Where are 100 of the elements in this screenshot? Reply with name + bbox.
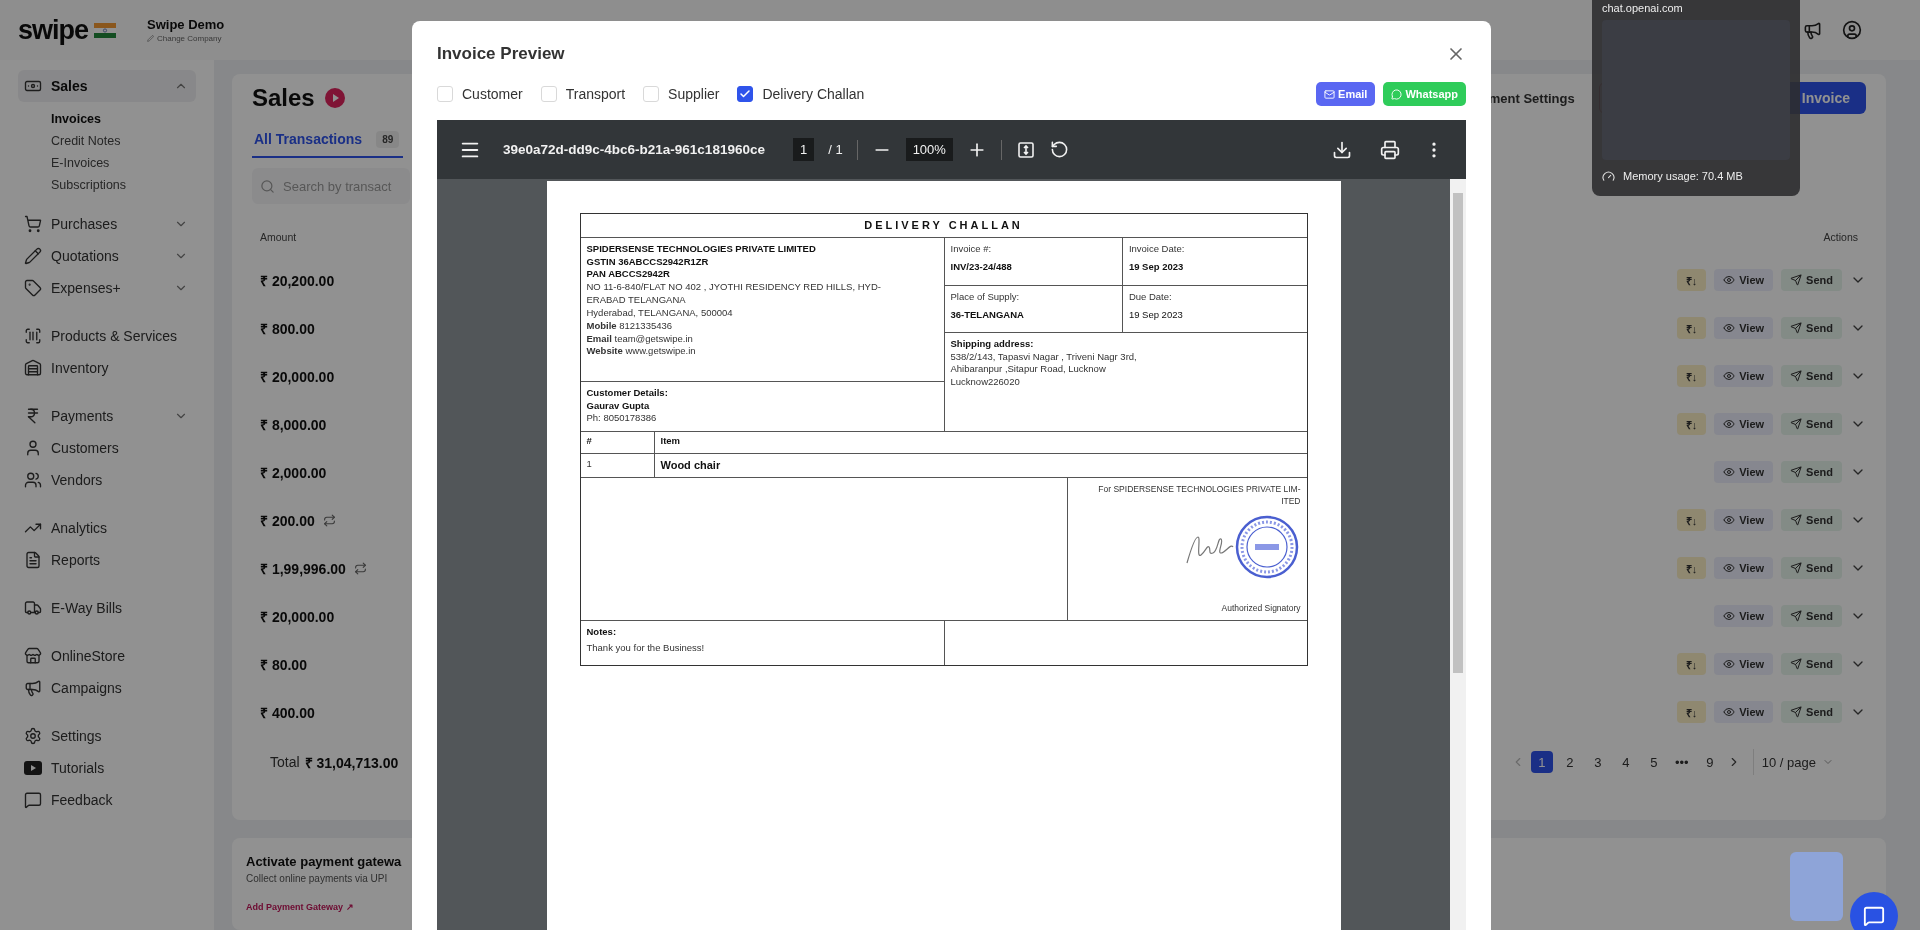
sidebar-item[interactable]: Settings [18, 720, 196, 752]
company-name: SPIDERSENSE TECHNOLOGIES PRIVATE LIMITED [586, 242, 817, 256]
page-button[interactable]: 3 [1586, 751, 1609, 773]
page-button[interactable]: 4 [1614, 751, 1637, 773]
amount-cell-text: ₹ 1,99,996.00 [260, 559, 346, 578]
notes-text: Thank you for the Business! [586, 642, 706, 655]
view-button[interactable]: View [1714, 461, 1774, 483]
page-button[interactable]: 5 [1642, 751, 1665, 773]
sidebar-item[interactable]: Campaigns [18, 672, 196, 704]
field-value: 19 Sep 2023 [1128, 308, 1184, 322]
sidebar-item[interactable]: Vendors [18, 464, 196, 496]
rotate-icon[interactable] [1049, 140, 1069, 159]
contact-text: Website www.getswipe.in [586, 345, 696, 357]
field-value: 36-TELANGANA [950, 308, 1025, 322]
view-button[interactable]: View [1714, 653, 1774, 675]
view-button[interactable]: View [1714, 317, 1774, 339]
sidebar-item[interactable]: Analytics [18, 512, 196, 544]
change-company-link[interactable]: Change Company [157, 34, 222, 43]
sidebar-item[interactable]: Feedback [18, 784, 196, 816]
page-title: Sales [252, 84, 315, 112]
sidebar-item[interactable]: Reports [18, 544, 196, 576]
company-name[interactable]: Swipe Demo [147, 17, 225, 32]
sidebar-item[interactable]: Purchases [18, 208, 196, 240]
warehouse-icon [24, 359, 42, 377]
page-button[interactable]: ••• [1670, 751, 1693, 773]
view-button[interactable]: View [1714, 557, 1774, 579]
send-button[interactable]: Send [1781, 653, 1842, 675]
sidebar-subitem[interactable]: Invoices [51, 108, 196, 130]
eye-icon [1723, 466, 1736, 478]
receive-payment-button[interactable]: ₹↓ [1676, 653, 1707, 675]
receive-payment-button[interactable]: ₹↓ [1676, 557, 1707, 579]
send-button[interactable]: Send [1781, 605, 1842, 627]
send-button[interactable]: Send [1781, 557, 1842, 579]
sidebar-subitem[interactable]: Credit Notes [51, 130, 196, 152]
page-button[interactable]: 2 [1558, 751, 1581, 773]
sidebar-item[interactable]: Inventory [18, 352, 196, 384]
gauge-icon [1602, 169, 1615, 183]
send-button[interactable]: Send [1781, 317, 1842, 339]
page-button[interactable]: 9 [1698, 751, 1721, 773]
column-header: Amount [260, 231, 297, 243]
customer-label: Customer Details: [586, 386, 669, 400]
send-button[interactable]: Send [1781, 461, 1842, 483]
customer-name: Gaurav Gupta [586, 399, 651, 413]
view-button[interactable]: View [1714, 269, 1774, 291]
receive-payment-button[interactable]: ₹↓ [1676, 701, 1707, 723]
megaphone-icon[interactable] [1803, 20, 1822, 40]
sidebar-item[interactable]: Sales [18, 70, 196, 102]
view-button[interactable]: View [1714, 413, 1774, 435]
amount-cell-text: ₹ 400.00 [260, 703, 315, 722]
chat-button[interactable] [1850, 892, 1898, 930]
send-button[interactable]: Send [1781, 509, 1842, 531]
checkbox[interactable] [737, 86, 754, 102]
page-button[interactable]: 1 [1530, 751, 1553, 773]
receive-payment-button[interactable]: ₹↓ [1676, 317, 1707, 339]
send-icon [1790, 658, 1803, 670]
eye-icon [1723, 514, 1736, 526]
card-text: Collect online payments via UPI [246, 873, 389, 884]
view-button[interactable]: View [1714, 701, 1774, 723]
eye-icon [1723, 322, 1736, 334]
receive-payment-button[interactable]: ₹↓ [1676, 269, 1707, 291]
receive-payment-button[interactable]: ₹↓ [1676, 509, 1707, 531]
tab[interactable]: All Transactions 89 [252, 122, 404, 158]
sidebar-item[interactable]: Quotations [18, 240, 196, 272]
pencil-icon [24, 247, 42, 265]
scrollbar[interactable] [1450, 179, 1466, 930]
signatory-label: Authorized Signatory [1220, 602, 1301, 615]
notes-label: Notes: [586, 626, 618, 640]
receive-payment-button[interactable]: ₹↓ [1676, 365, 1707, 387]
sidebar-subitem[interactable]: Subscriptions [51, 174, 196, 196]
zoom-field[interactable]: 100% [905, 138, 953, 161]
sidebar-item[interactable]: Payments [18, 400, 196, 432]
sidebar-item[interactable]: Tutorials [18, 752, 196, 784]
send-icon [1790, 370, 1803, 382]
view-button[interactable]: View [1714, 509, 1774, 531]
sidebar-item[interactable]: Products & Services [18, 320, 196, 352]
send-button[interactable]: Send [1781, 701, 1842, 723]
contact-text: Mobile 8121335436 [586, 319, 673, 331]
send-button[interactable]: Send [1781, 413, 1842, 435]
view-button[interactable]: View [1714, 365, 1774, 387]
user-avatar-icon[interactable] [1842, 20, 1862, 40]
sidebar-item[interactable]: OnlineStore [18, 640, 196, 672]
print-icon[interactable] [1380, 139, 1400, 160]
download-icon[interactable] [1332, 139, 1352, 160]
sidebar-item[interactable]: Customers [18, 432, 196, 464]
sidebar-item[interactable]: Expenses+ [18, 272, 196, 304]
shipping-label: Shipping address: [950, 337, 1035, 351]
share-button[interactable]: Email [1316, 82, 1376, 106]
send-button[interactable]: Send [1781, 269, 1842, 291]
sidebar-item[interactable]: E-Way Bills [18, 592, 196, 624]
truck-icon [24, 599, 42, 617]
page-number-field[interactable]: 1 [792, 138, 815, 161]
receive-payment-button[interactable]: ₹↓ [1676, 413, 1707, 435]
send-button[interactable]: Send [1781, 365, 1842, 387]
page-size-select[interactable]: 10 / page [1752, 749, 1842, 775]
view-button[interactable]: View [1714, 605, 1774, 627]
field-label: Invoice #: [950, 242, 993, 256]
search-icon [260, 178, 275, 194]
amount-cell-text: ₹ 20,000.00 [260, 607, 335, 626]
document-title: DELIVERY CHALLAN [863, 218, 1024, 233]
sidebar-subitem[interactable]: E-Invoices [51, 152, 196, 174]
